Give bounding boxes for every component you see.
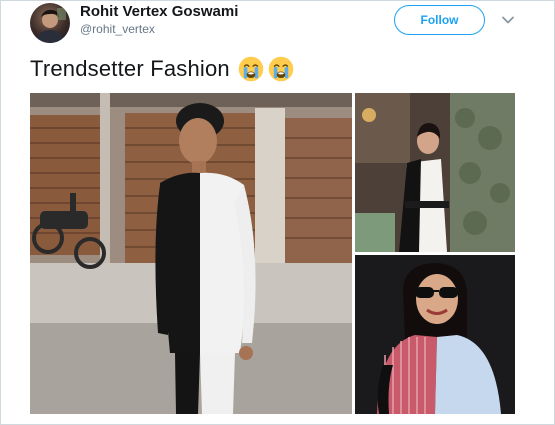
tweet-text: Trendsetter Fashion bbox=[30, 56, 230, 81]
chevron-down-icon[interactable] bbox=[501, 13, 515, 27]
photo-image bbox=[30, 93, 352, 414]
photo-woman-black-white-dress[interactable] bbox=[355, 93, 515, 252]
photo-image bbox=[355, 255, 515, 414]
photo-woman-half-pink-half-blue-shirt[interactable] bbox=[355, 255, 515, 414]
photo-man-half-black-half-white-outfit[interactable] bbox=[30, 93, 352, 414]
author-name[interactable]: Rohit Vertex Goswami bbox=[80, 3, 238, 20]
crying-face-emoji bbox=[238, 56, 264, 82]
photo-image bbox=[355, 93, 515, 252]
tweet-text-row: Trendsetter Fashion bbox=[30, 56, 294, 82]
author-handle[interactable]: @rohit_vertex bbox=[80, 22, 155, 36]
avatar-image bbox=[36, 8, 66, 43]
follow-button[interactable]: Follow bbox=[394, 5, 485, 35]
avatar[interactable] bbox=[30, 3, 70, 43]
tweet-card: Rohit Vertex Goswami @rohit_vertex Follo… bbox=[0, 0, 555, 425]
crying-face-emoji bbox=[268, 56, 294, 82]
